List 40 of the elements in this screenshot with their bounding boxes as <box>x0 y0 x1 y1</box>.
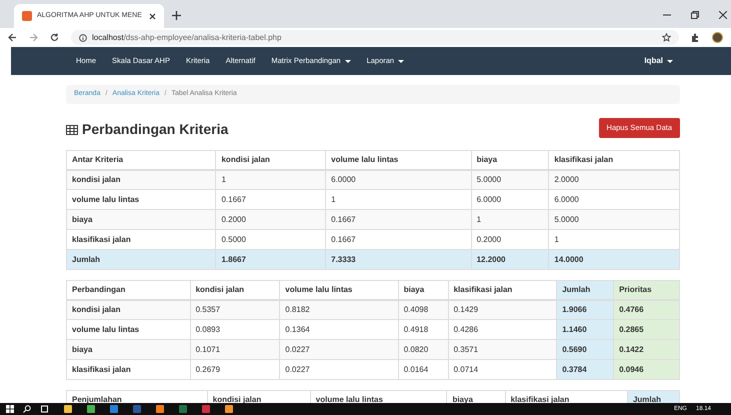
table-cell: 0.0227 <box>280 360 398 380</box>
table-cell: 1.8667 <box>216 250 326 270</box>
table-cell: 0.1422 <box>614 340 680 360</box>
table-cell: 0.0714 <box>448 360 557 380</box>
close-window-icon[interactable] <box>719 11 727 19</box>
caret-icon <box>667 60 673 62</box>
windows-logo-icon[interactable] <box>6 405 14 413</box>
url-text: localhost/dss-ahp-employee/analisa-kriteria-tabel.php <box>92 32 282 44</box>
table-cell: Jumlah <box>66 250 216 270</box>
table-cell: 0.2865 <box>614 320 680 340</box>
user-menu[interactable]: Iqbal <box>644 55 673 67</box>
table-cell: 12.2000 <box>471 250 549 270</box>
profile-avatar[interactable] <box>712 32 723 43</box>
favicon-icon <box>22 11 32 21</box>
page-title: Perbandingan Kriteria <box>82 120 228 139</box>
caret-icon <box>398 60 404 62</box>
table-cell: klasifikasi jalan <box>66 360 190 380</box>
table-icon <box>66 124 78 134</box>
table-cell: 1.1460 <box>556 320 614 340</box>
star-icon[interactable] <box>662 33 671 42</box>
back-icon[interactable] <box>8 33 17 42</box>
table-cell: 0.2679 <box>190 360 280 380</box>
table-cell: 0.0164 <box>398 360 448 380</box>
reload-icon[interactable] <box>50 33 59 42</box>
info-icon[interactable] <box>79 34 87 42</box>
table-cell: 0.5690 <box>556 340 614 360</box>
table-cell: 0.3784 <box>556 360 614 380</box>
puzzle-icon[interactable] <box>691 33 700 42</box>
table-cell: 7.3333 <box>326 250 472 270</box>
new-tab-icon[interactable] <box>172 11 181 20</box>
task-view-icon[interactable] <box>40 405 49 413</box>
url-field[interactable]: localhost/dss-ahp-employee/analisa-kriteria-tabel.php <box>71 30 679 45</box>
close-icon[interactable] <box>149 12 156 20</box>
column-header: Prioritas <box>614 280 680 300</box>
column-header: Jumlah <box>556 280 614 300</box>
table-cell: 0.0946 <box>614 360 680 380</box>
restore-icon[interactable] <box>691 11 699 19</box>
caret-icon <box>344 60 351 62</box>
table-cell: 14.0000 <box>548 250 680 270</box>
search-icon[interactable] <box>23 405 31 413</box>
